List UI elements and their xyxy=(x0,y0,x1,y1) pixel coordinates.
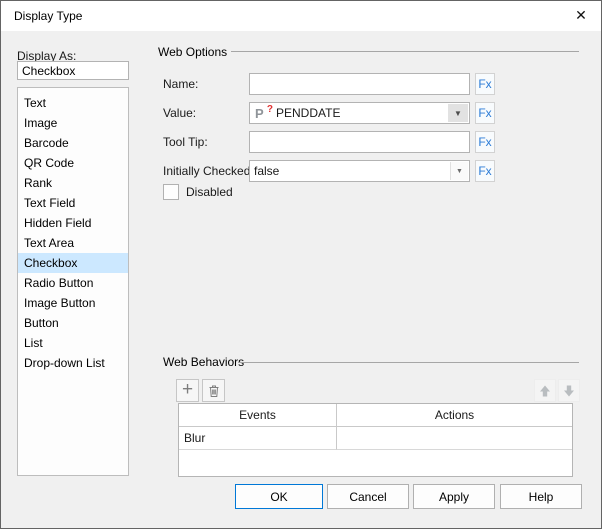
list-item-drop-down-list[interactable]: Drop-down List xyxy=(18,353,128,373)
list-item-text-area[interactable]: Text Area xyxy=(18,233,128,253)
value-label: Value: xyxy=(163,106,197,120)
list-item-image[interactable]: Image xyxy=(18,113,128,133)
event-cell[interactable]: Blur xyxy=(179,427,337,450)
chevron-down-icon[interactable]: ▼ xyxy=(450,162,468,180)
tooltip-input[interactable] xyxy=(249,131,470,153)
display-as-input[interactable] xyxy=(17,61,129,80)
display-type-dialog: Display Type ✕ Display As: Text Image Ba… xyxy=(0,0,602,529)
list-item-barcode[interactable]: Barcode xyxy=(18,133,128,153)
disabled-checkbox[interactable] xyxy=(163,184,179,200)
actions-column-header[interactable]: Actions xyxy=(337,404,572,427)
name-fx-button[interactable]: Fx xyxy=(475,73,495,95)
initially-checked-fx-button[interactable]: Fx xyxy=(475,160,495,182)
move-up-button[interactable] xyxy=(534,379,556,402)
list-item-list[interactable]: List xyxy=(18,333,128,353)
cancel-button[interactable]: Cancel xyxy=(327,484,409,509)
name-input[interactable] xyxy=(249,73,470,95)
list-item-radio-button[interactable]: Radio Button xyxy=(18,273,128,293)
list-item-image-button[interactable]: Image Button xyxy=(18,293,128,313)
trash-icon xyxy=(209,385,218,397)
table-empty-row xyxy=(179,450,572,476)
behaviors-table-header: Events Actions xyxy=(179,404,572,427)
list-item-text[interactable]: Text xyxy=(18,93,128,113)
action-cell[interactable] xyxy=(337,427,572,450)
tooltip-fx-button[interactable]: Fx xyxy=(475,131,495,153)
events-column-header[interactable]: Events xyxy=(179,404,337,427)
initially-checked-dropdown[interactable]: false ▼ xyxy=(249,160,470,182)
up-arrow-icon xyxy=(540,385,550,396)
list-item-button[interactable]: Button xyxy=(18,313,128,333)
move-down-button[interactable] xyxy=(558,379,580,402)
web-options-title: Web Options xyxy=(158,45,228,59)
delete-behavior-button[interactable] xyxy=(202,379,225,402)
chevron-down-icon[interactable]: ▼ xyxy=(448,104,468,122)
value-dropdown[interactable]: P? PENDDATE ▼ xyxy=(249,102,470,124)
add-behavior-button[interactable]: + xyxy=(176,379,199,402)
initially-checked-dropdown-text: false xyxy=(254,164,280,178)
parameter-icon: P? xyxy=(255,103,273,121)
display-type-list: Text Image Barcode QR Code Rank Text Fie… xyxy=(17,87,129,476)
help-button[interactable]: Help xyxy=(500,484,582,509)
tooltip-label: Tool Tip: xyxy=(163,135,208,149)
web-behaviors-title: Web Behaviors xyxy=(163,355,245,369)
titlebar: Display Type xyxy=(1,1,601,31)
name-label: Name: xyxy=(163,77,199,91)
behaviors-table: Events Actions Blur xyxy=(178,403,573,477)
list-item-qr-code[interactable]: QR Code xyxy=(18,153,128,173)
value-dropdown-text: PENDDATE xyxy=(276,106,341,120)
list-item-rank[interactable]: Rank xyxy=(18,173,128,193)
web-options-divider xyxy=(231,51,579,52)
table-row[interactable]: Blur xyxy=(179,427,572,450)
close-icon[interactable]: ✕ xyxy=(563,1,599,30)
initially-checked-label: Initially Checked: xyxy=(163,164,254,178)
down-arrow-icon xyxy=(564,385,574,396)
disabled-checkbox-label: Disabled xyxy=(186,185,233,199)
list-item-text-field[interactable]: Text Field xyxy=(18,193,128,213)
list-item-checkbox[interactable]: Checkbox xyxy=(18,253,128,273)
apply-button[interactable]: Apply xyxy=(413,484,495,509)
list-item-hidden-field[interactable]: Hidden Field xyxy=(18,213,128,233)
web-behaviors-divider xyxy=(238,362,579,363)
dialog-title: Display Type xyxy=(14,9,83,23)
value-fx-button[interactable]: Fx xyxy=(475,102,495,124)
ok-button[interactable]: OK xyxy=(235,484,323,509)
plus-icon: + xyxy=(181,379,194,400)
